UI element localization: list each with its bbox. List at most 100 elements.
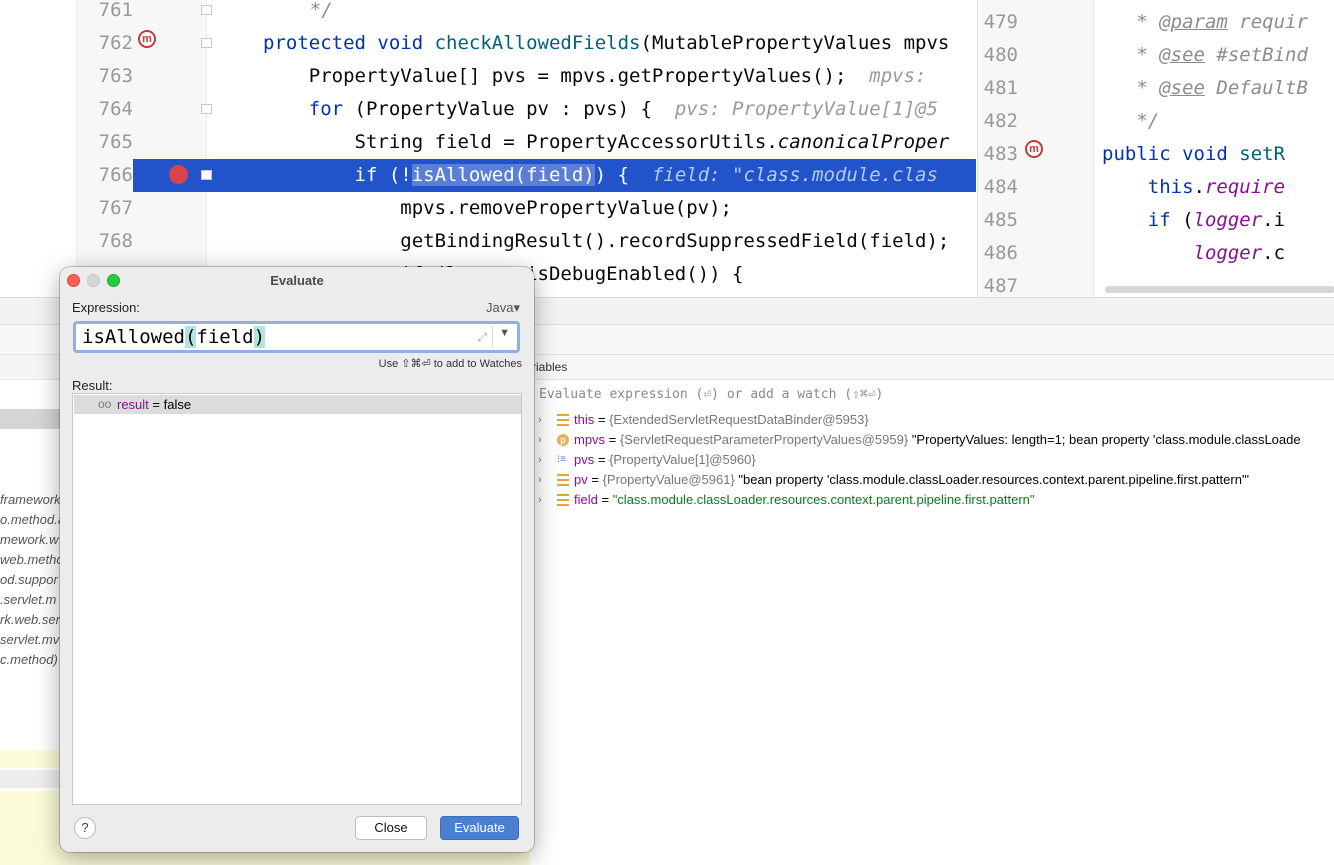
fold-icon[interactable] bbox=[201, 170, 212, 180]
watch-input[interactable]: Evaluate expression (⏎) or add a watch (… bbox=[530, 383, 1334, 407]
help-button[interactable]: ? bbox=[74, 817, 96, 839]
code-token: @see bbox=[1159, 77, 1205, 99]
editor-right[interactable]: 479 * @param requir 480 * @see #setBind 48… bbox=[977, 0, 1334, 297]
variable-row[interactable]: › this = {ExtendedServletRequestDataBinde… bbox=[530, 410, 1334, 430]
code-line[interactable]: 764 for (PropertyValue pv : pvs) { pvs: … bbox=[77, 93, 976, 126]
code-token: setR bbox=[1239, 143, 1286, 165]
code-token: requir bbox=[1227, 11, 1308, 33]
code-token: @see bbox=[1159, 44, 1205, 66]
code-token: */ bbox=[1102, 110, 1160, 132]
code-token: String field = PropertyAccessorUtils. bbox=[263, 131, 778, 153]
line-number: 487 bbox=[983, 275, 1018, 297]
variable-row[interactable]: › ⁝≡ pvs = {PropertyValue[1]@5960} bbox=[530, 450, 1334, 470]
code-token: if bbox=[1102, 209, 1171, 231]
frame-item[interactable]: web.metho bbox=[0, 550, 64, 570]
field-icon bbox=[557, 414, 569, 426]
code-text: if (!isAllowed(field)) { field: "class.m… bbox=[263, 159, 938, 192]
line-number: 481 bbox=[983, 77, 1018, 99]
parameter-icon: p bbox=[557, 434, 569, 446]
line-number: 766 bbox=[77, 159, 133, 192]
code-line[interactable]: 762 protected void checkAllowedFields(Mut… bbox=[77, 27, 976, 60]
frame-item[interactable]: c.method) bbox=[0, 650, 58, 670]
evaluate-button[interactable]: Evaluate bbox=[440, 816, 519, 840]
code-line[interactable]: 485 if (logger.i bbox=[978, 204, 1334, 237]
code-token: @param bbox=[1159, 11, 1228, 33]
method-breakpoint-icon[interactable]: m bbox=[138, 30, 156, 48]
expression-arg: field bbox=[196, 326, 254, 348]
variable-name: mpvs bbox=[574, 432, 606, 447]
fold-icon[interactable] bbox=[201, 104, 212, 114]
history-dropdown-icon[interactable]: ▼ bbox=[499, 327, 510, 339]
frame-item[interactable]: o.method.a bbox=[0, 510, 65, 530]
fold-icon[interactable] bbox=[201, 38, 212, 48]
code-text: String field = PropertyAccessorUtils.can… bbox=[263, 126, 950, 159]
chevron-right-icon[interactable]: › bbox=[538, 470, 542, 490]
method-breakpoint-icon[interactable]: m bbox=[1025, 140, 1043, 158]
variables-panel[interactable]: riables Evaluate expression (⏎) or add a… bbox=[530, 355, 1334, 865]
frame-item[interactable]: rk.web.ser bbox=[0, 610, 60, 630]
code-token: mpvs.removePropertyValue(pv); bbox=[263, 197, 732, 219]
variable-text: mpvs = {ServletRequestParameterPropertyV… bbox=[574, 432, 1301, 447]
variable-row[interactable]: › p mpvs = {ServletRequestParameterPropert… bbox=[530, 430, 1334, 450]
code-token: PropertyValue[] pvs = mpvs.getPropertyVa… bbox=[263, 65, 870, 87]
line-number: 762 bbox=[98, 32, 133, 54]
frame-item[interactable]: od.suppor bbox=[0, 570, 58, 590]
frame-item[interactable]: servlet.mv bbox=[0, 630, 59, 650]
expand-icon[interactable]: ⤢ bbox=[477, 330, 487, 345]
variable-value: "PropertyValues: length=1; bean property… bbox=[911, 432, 1301, 447]
code-line[interactable]: 765 String field = PropertyAccessorUtils… bbox=[77, 126, 976, 159]
code-line[interactable]: 768 getBindingResult().recordSuppressedF… bbox=[77, 225, 976, 258]
field-icon bbox=[557, 474, 569, 486]
code-line[interactable]: 761 */ bbox=[77, 0, 976, 27]
code-token: #setBind bbox=[1204, 44, 1308, 66]
variable-row[interactable]: › pv = {PropertyValue@5961} "bean propert… bbox=[530, 470, 1334, 490]
variable-value: "class.module.classLoader.resources.cont… bbox=[612, 492, 1035, 507]
zoom-window-icon[interactable] bbox=[107, 274, 120, 287]
result-row[interactable]: oo result = false bbox=[74, 395, 521, 414]
frame-item[interactable]: mework.w bbox=[0, 530, 59, 550]
frame-item[interactable]: .servlet.m bbox=[0, 590, 56, 610]
variable-type: {PropertyValue[1]@5960} bbox=[609, 452, 756, 467]
variable-name: field bbox=[574, 492, 598, 507]
code-line[interactable]: 484 this.require bbox=[978, 171, 1334, 204]
fold-icon[interactable] bbox=[201, 5, 212, 15]
current-execution-line[interactable]: 766 if (!isAllowed(field)) { field: "cla… bbox=[77, 159, 976, 192]
expression-fn: isAllowed bbox=[82, 326, 185, 348]
breakpoint-icon[interactable] bbox=[169, 165, 188, 184]
code-line[interactable]: 482 */ bbox=[978, 105, 1334, 138]
code-token: ( bbox=[1170, 209, 1194, 231]
result-tree[interactable]: oo result = false bbox=[72, 393, 522, 805]
code-line[interactable]: 763 PropertyValue[] pvs = mpvs.getProper… bbox=[77, 60, 976, 93]
line-number: 480 bbox=[983, 44, 1018, 66]
code-token: pvs: PropertyValue[1]@5 bbox=[674, 98, 938, 120]
chevron-right-icon[interactable]: › bbox=[538, 410, 542, 430]
dropdown-separator bbox=[492, 326, 493, 348]
expression-input[interactable]: isAllowed(field) ⤢ ▼ bbox=[73, 321, 520, 353]
language-dropdown[interactable]: Java▾ bbox=[486, 300, 520, 316]
chevron-down-icon: ▾ bbox=[513, 300, 520, 315]
code-text: */ bbox=[264, 0, 333, 27]
chevron-right-icon[interactable]: › bbox=[538, 430, 542, 450]
code-token: (PropertyValue pv : pvs) { bbox=[343, 98, 675, 120]
code-token: protected void bbox=[263, 32, 435, 54]
variables-tab[interactable]: riables bbox=[532, 360, 567, 374]
horizontal-scrollbar[interactable] bbox=[1105, 286, 1334, 293]
close-button[interactable]: Close bbox=[355, 816, 427, 840]
editor-left[interactable]: 761 */ 762 protected void checkAllowedFiel… bbox=[0, 0, 976, 297]
code-line[interactable]: 480 * @see #setBind bbox=[978, 39, 1334, 72]
variable-text: field = "class.module.classLoader.resour… bbox=[574, 492, 1035, 507]
chevron-right-icon[interactable]: › bbox=[538, 490, 542, 510]
line-number: 483 bbox=[983, 143, 1018, 165]
code-line[interactable]: 481 * @see DefaultB bbox=[978, 72, 1334, 105]
chevron-right-icon[interactable]: › bbox=[538, 450, 542, 470]
expression-lparen: ( bbox=[184, 326, 197, 348]
code-line[interactable]: 479 * @param requir bbox=[978, 6, 1334, 39]
variables-tabbar: riables bbox=[530, 355, 1334, 380]
code-token: isAllowed(field) bbox=[411, 164, 595, 186]
code-token: getBindingResult().recordSuppressedField… bbox=[263, 230, 950, 252]
code-line[interactable]: 767 mpvs.removePropertyValue(pv); bbox=[77, 192, 976, 225]
variable-row[interactable]: › field = "class.module.classLoader.resou… bbox=[530, 490, 1334, 510]
code-line[interactable]: 486 logger.c bbox=[978, 237, 1334, 270]
close-window-icon[interactable] bbox=[67, 274, 80, 287]
frame-item[interactable]: framework bbox=[0, 490, 61, 510]
